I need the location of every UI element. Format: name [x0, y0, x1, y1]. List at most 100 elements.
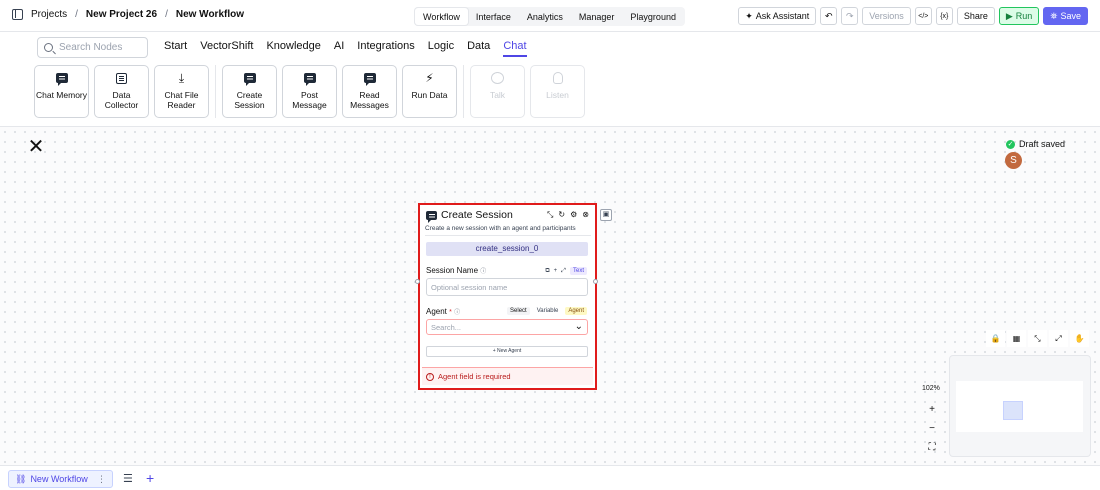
input-handle[interactable] [415, 279, 420, 284]
tile-chat-file-reader[interactable]: ⤓ Chat File Reader [154, 65, 209, 118]
category-start[interactable]: Start [164, 40, 187, 57]
tab-manager[interactable]: Manager [571, 8, 623, 25]
close-circle-icon[interactable]: ⊗ [582, 210, 589, 220]
agent-label: Agent * ⓘ [426, 307, 460, 316]
sparkle-icon: ✦ [745, 10, 753, 21]
code-button[interactable]: </> [914, 7, 932, 25]
list-icon [116, 72, 127, 84]
workflow-canvas[interactable]: ✕ ✓ Draft saved S Create Session ⤡ ↻ ⚙ ⊗… [0, 127, 1100, 465]
tile-label: Run Data [411, 90, 448, 100]
draft-status: ✓ Draft saved [1006, 139, 1065, 149]
fit-view-icon[interactable]: ⛶ [924, 440, 940, 456]
versions-button[interactable]: Versions [862, 7, 911, 25]
message-icon [363, 73, 376, 86]
download-icon: ⤓ [178, 71, 185, 85]
session-name-tools: ⧉ + ⤢ Text [545, 267, 587, 275]
lock-icon[interactable]: 🔒 [986, 330, 1005, 347]
sidebar-toggle-icon[interactable] [12, 9, 23, 20]
collapse-icon[interactable]: ⤡ [1028, 330, 1047, 347]
add-workflow-button[interactable]: + [146, 470, 154, 486]
tile-data-collector[interactable]: Data Collector [94, 65, 149, 118]
minimap[interactable] [949, 355, 1091, 457]
tile-talk[interactable]: Talk [470, 65, 525, 118]
avatar[interactable]: S [1005, 152, 1022, 169]
workflow-tab[interactable]: ⛓ New Workflow ⋮ [8, 470, 113, 488]
tile-chat-memory[interactable]: Chat Memory [34, 65, 89, 118]
view-tools: 🔒 ▦ ⤡ ⤢ ✋ [986, 330, 1089, 347]
ask-assistant-button[interactable]: ✦ Ask Assistant [738, 7, 817, 25]
error-text: Agent field is required [438, 372, 511, 381]
expand-icon[interactable]: ⤢ [1049, 330, 1068, 347]
share-button[interactable]: Share [956, 7, 995, 25]
create-session-node[interactable]: Create Session ⤡ ↻ ⚙ ⊗ Create a new sess… [418, 203, 597, 390]
type-pill-text[interactable]: Text [569, 267, 587, 275]
category-logic[interactable]: Logic [428, 40, 454, 57]
category-knowledge[interactable]: Knowledge [266, 40, 320, 57]
category-chat[interactable]: Chat [503, 40, 527, 57]
category-ai[interactable]: AI [334, 40, 344, 57]
search-nodes-input[interactable]: Search Nodes [37, 37, 148, 58]
zoom-level: 102% [922, 385, 940, 392]
plus-icon[interactable]: + [554, 268, 558, 274]
tab-workflow[interactable]: Workflow [415, 8, 468, 25]
category-data[interactable]: Data [467, 40, 490, 57]
top-bar: Projects / New Project 26 / New Workflow… [0, 0, 1100, 32]
tab-interface[interactable]: Interface [468, 8, 519, 25]
breadcrumb-project[interactable]: New Project 26 [86, 9, 157, 20]
node-panel-icon[interactable]: ▣ [600, 209, 612, 221]
output-handle[interactable] [593, 279, 598, 284]
gear-icon[interactable]: ⚙ [570, 210, 577, 220]
required-mark: * [449, 309, 452, 316]
undo-icon: ↶ [825, 10, 833, 21]
error-message: ! Agent field is required [422, 367, 593, 385]
tab-analytics[interactable]: Analytics [519, 8, 571, 25]
message-icon [303, 73, 316, 86]
save-button[interactable]: ⛯ Save [1043, 7, 1088, 25]
expand-icon[interactable]: ⤢ [561, 268, 566, 275]
node-tools: ⤡ ↻ ⚙ ⊗ [547, 210, 589, 220]
run-button[interactable]: ▶ Run [998, 7, 1040, 25]
mode-variable[interactable]: Variable [534, 307, 562, 315]
tile-listen[interactable]: Listen [530, 65, 585, 118]
close-icon[interactable]: ✕ [27, 137, 45, 157]
run-label: Run [1015, 11, 1033, 21]
save-icon: ⛯ [1050, 10, 1058, 21]
new-agent-button[interactable]: + New Agent [426, 346, 588, 357]
collapse-icon[interactable]: ⤡ [547, 210, 553, 220]
workflow-tab-label: New Workflow [30, 474, 88, 484]
save-label: Save [1060, 11, 1081, 21]
minimap-toggle-icon[interactable]: ▦ [1007, 330, 1026, 347]
zoom-in-button[interactable]: + [924, 402, 940, 418]
hand-icon[interactable]: ✋ [1070, 330, 1089, 347]
tile-run-data[interactable]: ⚡ Run Data [402, 65, 457, 118]
tile-create-session[interactable]: Create Session [222, 65, 277, 118]
session-name-input[interactable]: Optional session name [426, 278, 588, 296]
breadcrumb-projects[interactable]: Projects [31, 9, 67, 20]
more-icon[interactable]: ⋮ [97, 474, 106, 485]
tile-post-message[interactable]: Post Message [282, 65, 337, 118]
variables-button[interactable]: {x} [935, 7, 953, 25]
node-id-field[interactable]: create_session_0 [426, 242, 588, 256]
list-icon[interactable]: ☰ [123, 472, 133, 485]
code-icon: </> [918, 12, 929, 20]
check-icon: ✓ [1006, 139, 1015, 149]
link-icon[interactable]: ⧉ [545, 268, 549, 275]
node-tiles: Chat Memory Data Collector ⤓ Chat File R… [34, 65, 585, 118]
redo-icon: ↷ [846, 10, 854, 21]
agent-select[interactable]: Search... ⌄ [426, 319, 588, 335]
redo-button[interactable]: ↷ [841, 7, 859, 25]
session-name-label: Session Name ⓘ [426, 266, 486, 275]
tile-read-messages[interactable]: Read Messages [342, 65, 397, 118]
undo-button[interactable]: ↶ [820, 7, 838, 25]
zoom-out-button[interactable]: − [924, 421, 940, 437]
category-vectorshift[interactable]: VectorShift [200, 40, 253, 57]
category-tabs: Start VectorShift Knowledge AI Integrati… [164, 40, 527, 57]
mode-select[interactable]: Select [507, 307, 530, 315]
breadcrumb-workflow[interactable]: New Workflow [176, 9, 244, 20]
category-integrations[interactable]: Integrations [357, 40, 414, 57]
tile-label: Create Session [234, 90, 265, 110]
toolbar-actions: ✦ Ask Assistant ↶ ↷ Versions </> {x} Sha… [738, 7, 1088, 25]
tab-playground[interactable]: Playground [622, 8, 684, 25]
refresh-icon[interactable]: ↻ [558, 210, 565, 220]
type-pill-agent[interactable]: Agent [565, 307, 587, 315]
